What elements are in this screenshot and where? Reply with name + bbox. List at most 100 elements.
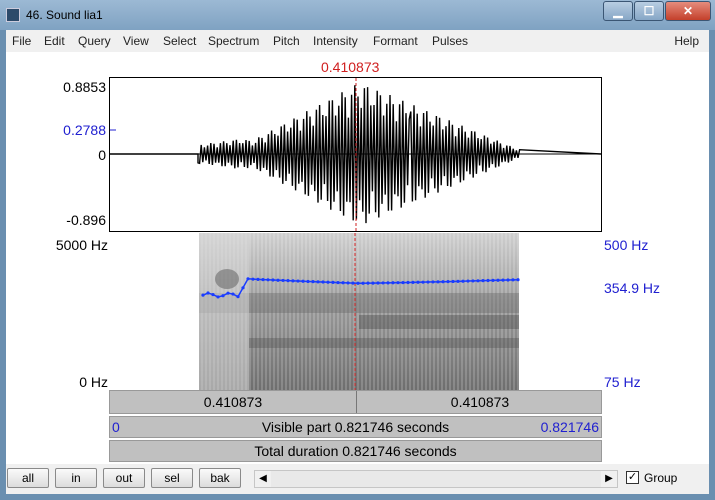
time-scrollbar[interactable]: ◀ ▶ — [254, 470, 618, 488]
pitch-point — [496, 278, 500, 282]
menu-intensity[interactable]: Intensity — [313, 34, 358, 48]
pitch-point — [411, 280, 415, 284]
pitch-point — [481, 279, 485, 283]
pitch-point — [201, 293, 205, 297]
pitch-point — [351, 281, 355, 285]
pitch-point — [221, 294, 225, 298]
pitch-point — [226, 291, 230, 295]
pitch-point — [311, 280, 315, 284]
pitch-point — [426, 280, 430, 284]
menu-view[interactable]: View — [123, 34, 149, 48]
scroll-right-arrow-icon[interactable]: ▶ — [601, 471, 617, 487]
pitch-point — [331, 280, 335, 284]
pitch-point — [451, 279, 455, 284]
pitch-point — [291, 279, 295, 283]
minimize-button[interactable]: ▁ — [603, 1, 633, 21]
pitch-point — [251, 277, 255, 281]
pitch-point — [421, 280, 425, 284]
cursor-time-label: 0.410873 — [321, 59, 380, 75]
pitch-point — [436, 280, 440, 284]
total-duration-label: Total duration 0.821746 seconds — [254, 443, 457, 459]
pitch-point — [271, 278, 275, 282]
pitch-point — [461, 279, 465, 283]
pitch-point — [321, 280, 325, 284]
pitch-point — [401, 280, 405, 285]
pitch-point — [336, 280, 340, 285]
close-button[interactable]: ✕ — [665, 1, 711, 21]
scroll-left-arrow-icon[interactable]: ◀ — [255, 471, 271, 487]
frequency-bottom-label: 0 Hz — [79, 374, 108, 390]
zoom-out-button[interactable]: out — [103, 468, 145, 488]
pitch-point — [216, 295, 220, 299]
pitch-point — [381, 281, 385, 285]
zoom-sel-button[interactable]: sel — [151, 468, 193, 488]
amplitude-min-label: -0.896 — [66, 212, 106, 228]
visible-part-bar[interactable]: 0 Visible part 0.821746 seconds 0.821746 — [109, 416, 602, 438]
menu-pitch[interactable]: Pitch — [273, 34, 300, 48]
menu-formant[interactable]: Formant — [373, 34, 418, 48]
pitch-point — [471, 279, 475, 283]
pitch-point — [246, 277, 250, 281]
menu-file[interactable]: File — [12, 34, 31, 48]
pitch-point — [491, 278, 495, 282]
menu-select[interactable]: Select — [163, 34, 196, 48]
pitch-point — [511, 278, 515, 282]
pitch-point — [236, 295, 240, 299]
pitch-point — [326, 280, 330, 284]
bottom-toolbar: all in out sel bak ◀ ▶ ✓ Group — [6, 464, 709, 494]
cursor-time-bar[interactable]: 0.410873 0.410873 — [109, 390, 602, 414]
zoom-back-button[interactable]: bak — [199, 468, 241, 488]
menu-query[interactable]: Query — [78, 34, 111, 48]
pitch-point — [366, 281, 370, 285]
menu-edit[interactable]: Edit — [44, 34, 65, 48]
pitch-point — [386, 281, 390, 285]
pitch-point — [296, 279, 300, 283]
pitch-point — [371, 281, 375, 285]
menu-pulses[interactable]: Pulses — [432, 34, 468, 48]
pitch-point — [506, 278, 510, 282]
time-left-part[interactable]: 0.410873 — [110, 391, 356, 413]
sound-editor-canvas[interactable]: 0.410873 0.8853 0.2788 0 -0.896 5000 Hz … — [6, 52, 709, 494]
visible-part-label: Visible part 0.821746 seconds — [261, 419, 450, 435]
pitch-point — [406, 280, 410, 285]
amplitude-cursor-label: 0.2788 — [63, 122, 106, 138]
pitch-point — [501, 278, 505, 282]
pitch-point — [486, 278, 490, 283]
menu-spectrum[interactable]: Spectrum — [208, 34, 259, 48]
pitch-point — [356, 281, 360, 285]
zoom-in-button[interactable]: in — [55, 468, 97, 488]
time-right-part[interactable]: 0.410873 — [357, 391, 603, 413]
pitch-point — [396, 281, 400, 285]
pitch-point — [206, 291, 210, 295]
maximize-button[interactable]: ☐ — [634, 1, 664, 21]
pitch-point — [516, 278, 520, 282]
pitch-point — [301, 279, 305, 283]
title-bar[interactable]: 46. Sound lia1 ▁ ☐ ✕ — [0, 0, 715, 30]
pitch-point — [276, 278, 280, 282]
group-checkbox[interactable]: ✓ — [626, 471, 639, 484]
praat-sound-window: 46. Sound lia1 ▁ ☐ ✕ File Edit Query Vie… — [0, 0, 715, 500]
zoom-all-button[interactable]: all — [7, 468, 49, 488]
pitch-point — [431, 280, 435, 284]
total-duration-bar[interactable]: Total duration 0.821746 seconds — [109, 440, 602, 462]
frequency-top-label: 5000 Hz — [55, 237, 108, 253]
pitch-point — [306, 279, 310, 284]
group-label: Group — [644, 471, 678, 485]
pitch-point — [231, 292, 235, 296]
pitch-point — [446, 279, 450, 284]
pitch-point — [211, 292, 215, 297]
pitch-bottom-label: 75 Hz — [604, 374, 641, 390]
amplitude-zero-label: 0 — [98, 147, 106, 163]
pitch-point — [416, 280, 420, 284]
pitch-value-label: 354.9 Hz — [604, 280, 661, 296]
pitch-point — [361, 281, 365, 285]
pitch-point — [441, 280, 445, 284]
pitch-top-label: 500 Hz — [604, 237, 649, 253]
visible-end-label: 0.821746 — [540, 419, 599, 435]
menu-help[interactable]: Help — [674, 34, 699, 48]
pitch-point — [391, 281, 395, 285]
waveform-panel[interactable] — [109, 77, 602, 232]
pitch-point — [466, 279, 470, 283]
pitch-point — [476, 279, 480, 283]
spectrogram-panel[interactable] — [109, 233, 602, 390]
